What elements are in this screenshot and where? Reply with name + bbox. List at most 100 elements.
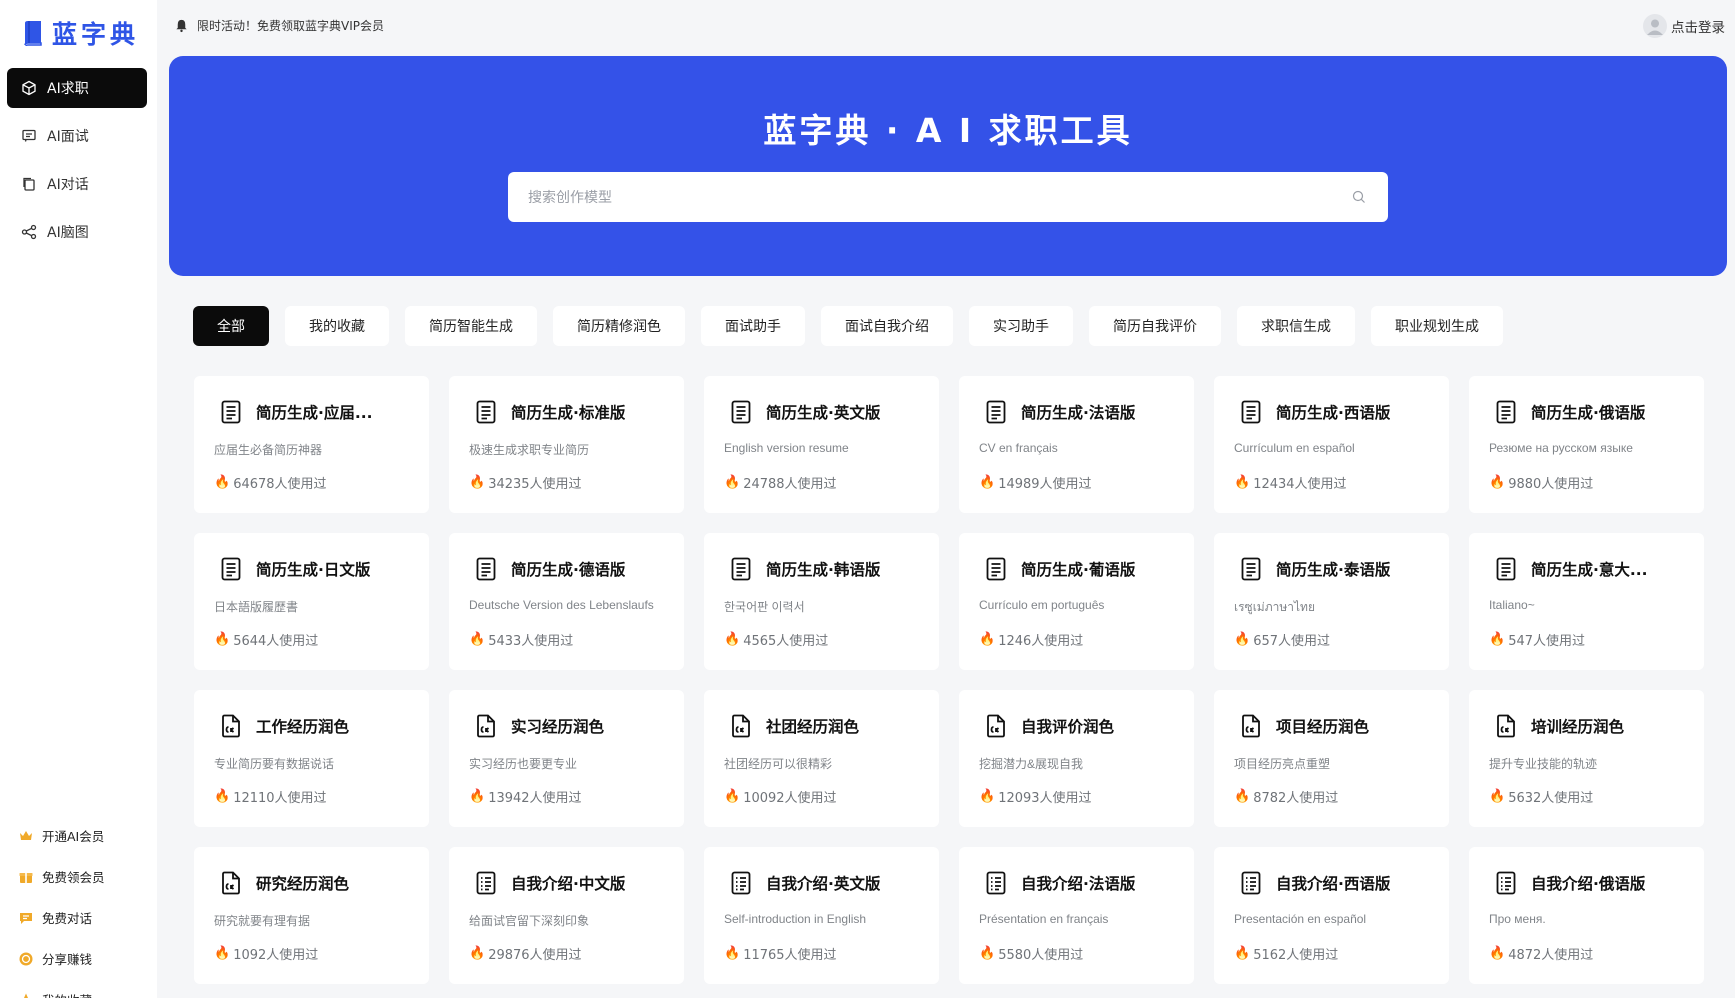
card-title: 自我介绍·中文版	[511, 875, 626, 893]
cube-icon	[22, 80, 36, 96]
tool-card[interactable]: 简历生成·应届... 应届生必备简历神器 🔥 64678人使用过	[194, 376, 429, 513]
document-edit-icon	[730, 714, 752, 738]
tool-card[interactable]: 简历生成·俄语版 Резюме на русском языке 🔥 9880人使用过	[1469, 376, 1704, 513]
usage-count: 547人使用过	[1508, 634, 1586, 649]
card-description: Italiano~	[1489, 598, 1535, 612]
free-chat-link[interactable]: 免费对话	[18, 897, 148, 938]
card-title: 简历生成·应届...	[256, 404, 373, 422]
tab-cover-letter[interactable]: 求职信生成	[1237, 306, 1355, 346]
tab-interview-assistant[interactable]: 面试助手	[701, 306, 805, 346]
tool-card[interactable]: 简历生成·西语版 Currículum en español 🔥 12434人使用过	[1214, 376, 1449, 513]
document-edit-icon	[985, 714, 1007, 738]
login-button[interactable]: 点击登录	[1643, 14, 1725, 38]
document-edit-icon	[475, 714, 497, 738]
card-description: Currículo em português	[979, 598, 1105, 612]
card-usage: 🔥 12434人使用过	[1234, 473, 1347, 492]
tool-card[interactable]: 自我介绍·俄语版 Про меня. 🔥 4872人使用过	[1469, 847, 1704, 984]
tab-resume-polish[interactable]: 简历精修润色	[553, 306, 685, 346]
card-description: Резюме на русском языке	[1489, 441, 1633, 455]
mindmap-icon	[21, 224, 37, 240]
card-header: 简历生成·英文版	[730, 400, 923, 424]
share-earn-link[interactable]: 分享赚钱	[18, 938, 148, 979]
card-usage: 🔥 12093人使用过	[979, 787, 1092, 806]
tool-card[interactable]: 简历生成·法语版 CV en français 🔥 14989人使用过	[959, 376, 1194, 513]
card-header: 社团经历润色	[730, 714, 923, 738]
fire-icon: 🔥	[724, 946, 741, 961]
nav-item-ai-mindmap[interactable]: AI脑图	[7, 212, 147, 252]
open-vip-link[interactable]: 开通AI会员	[18, 815, 148, 856]
tool-card[interactable]: 自我介绍·英文版 Self-introduction in English 🔥 117…	[704, 847, 939, 984]
usage-count: 12110人使用过	[233, 791, 327, 806]
resume-icon	[985, 557, 1007, 581]
tool-card[interactable]: 简历生成·英文版 English version resume 🔥 24788人使用过	[704, 376, 939, 513]
card-description: 挖掘潜力&展现自我	[979, 757, 1084, 771]
card-description: Deutsche Version des Lebenslaufs	[469, 598, 654, 612]
card-usage: 🔥 657人使用过	[1234, 630, 1330, 649]
search-icon[interactable]	[1352, 190, 1366, 204]
tool-card[interactable]: 简历生成·德语版 Deutsche Version des Lebenslaufs…	[449, 533, 684, 670]
fire-icon: 🔥	[979, 475, 996, 490]
bottom-link-label: 免费领会员	[42, 870, 105, 885]
tool-card[interactable]: 社团经历润色 社团经历可以很精彩 🔥 10092人使用过	[704, 690, 939, 827]
card-title: 实习经历润色	[511, 718, 605, 736]
promo-notice[interactable]: 限时活动！免费领取蓝字典VIP会员	[174, 17, 384, 34]
nav-item-ai-job[interactable]: AI求职	[7, 68, 147, 108]
tool-card[interactable]: 研究经历润色 研究就要有理有据 🔥 1092人使用过	[194, 847, 429, 984]
card-title: 简历生成·标准版	[511, 404, 626, 422]
tool-card[interactable]: 工作经历润色 专业简历要有数据说话 🔥 12110人使用过	[194, 690, 429, 827]
usage-count: 5162人使用过	[1253, 948, 1339, 963]
tool-card[interactable]: 简历生成·葡语版 Currículo em português 🔥 1246人使用过	[959, 533, 1194, 670]
tab-internship-assistant[interactable]: 实习助手	[969, 306, 1073, 346]
book-logo-icon	[24, 21, 42, 47]
tool-card[interactable]: 实习经历润色 实习经历也要更专业 🔥 13942人使用过	[449, 690, 684, 827]
usage-count: 8782人使用过	[1253, 791, 1339, 806]
usage-count: 14989人使用过	[998, 477, 1092, 492]
search-input[interactable]	[508, 172, 1388, 222]
tool-card[interactable]: 自我介绍·中文版 给面试官留下深刻印象 🔥 29876人使用过	[449, 847, 684, 984]
tab-all[interactable]: 全部	[193, 306, 269, 346]
card-description: 应届生必备简历神器	[214, 443, 323, 457]
fire-icon: 🔥	[214, 946, 231, 961]
tool-card[interactable]: 简历生成·标准版 极速生成求职专业简历 🔥 34235人使用过	[449, 376, 684, 513]
resume-icon	[1495, 557, 1517, 581]
card-description: Currículum en español	[1234, 441, 1355, 455]
tab-resume-generation[interactable]: 简历智能生成	[405, 306, 537, 346]
card-description: Présentation en français	[979, 912, 1109, 926]
tab-career-planning[interactable]: 职业规划生成	[1371, 306, 1503, 346]
card-description: 研究就要有理有据	[214, 914, 311, 928]
my-favorites-link[interactable]: 我的收藏	[18, 979, 148, 998]
nav-item-ai-interview[interactable]: AI面试	[7, 116, 147, 156]
tool-card[interactable]: 简历生成·意大... Italiano~ 🔥 547人使用过	[1469, 533, 1704, 670]
resume-icon	[220, 557, 242, 581]
search-box	[508, 172, 1388, 222]
free-vip-link[interactable]: 免费领会员	[18, 856, 148, 897]
card-title: 简历生成·日文版	[256, 561, 371, 579]
tool-card[interactable]: 项目经历润色 项目经历亮点重塑 🔥 8782人使用过	[1214, 690, 1449, 827]
tool-card[interactable]: 自我评价润色挖掘潜力&展现自我 🔥 12093人使用过	[959, 690, 1194, 827]
tab-self-evaluation[interactable]: 简历自我评价	[1089, 306, 1221, 346]
tool-card[interactable]: 简历生成·泰语版 เรซูเม่ภาษาไทย 🔥 657人使用过	[1214, 533, 1449, 670]
tool-card[interactable]: 培训经历润色 提升专业技能的轨迹 🔥 5632人使用过	[1469, 690, 1704, 827]
tool-card[interactable]: 简历生成·韩语版 한국어판 이력서 🔥 4565人使用过	[704, 533, 939, 670]
card-title: 简历生成·意大...	[1531, 561, 1648, 579]
card-title: 自我介绍·西语版	[1276, 875, 1391, 893]
card-description: 提升专业技能的轨迹	[1489, 757, 1598, 771]
logo[interactable]: 蓝字典	[22, 16, 139, 50]
card-usage: 🔥 5580人使用过	[979, 944, 1083, 963]
nav-item-ai-chat[interactable]: AI对话	[7, 164, 147, 204]
promo-text: 限时活动！免费领取蓝字典VIP会员	[197, 19, 384, 33]
tab-my-favorites[interactable]: 我的收藏	[285, 306, 389, 346]
card-header: 实习经历润色	[475, 714, 668, 738]
card-header: 研究经历润色	[220, 871, 413, 895]
tool-card[interactable]: 自我介绍·法语版 Présentation en français 🔥 5580人使用…	[959, 847, 1194, 984]
card-title: 自我评价润色	[1021, 718, 1115, 736]
resume-icon	[475, 557, 497, 581]
document-edit-icon	[1240, 714, 1262, 738]
tab-interview-self-intro[interactable]: 面试自我介绍	[821, 306, 953, 346]
usage-count: 9880人使用过	[1508, 477, 1594, 492]
card-description: CV en français	[979, 441, 1058, 455]
tool-card[interactable]: 自我介绍·西语版 Presentación en español 🔥 5162人使用过	[1214, 847, 1449, 984]
card-title: 简历生成·西语版	[1276, 404, 1391, 422]
card-title: 简历生成·德语版	[511, 561, 626, 579]
tool-card[interactable]: 简历生成·日文版 日本語版履歴書 🔥 5644人使用过	[194, 533, 429, 670]
